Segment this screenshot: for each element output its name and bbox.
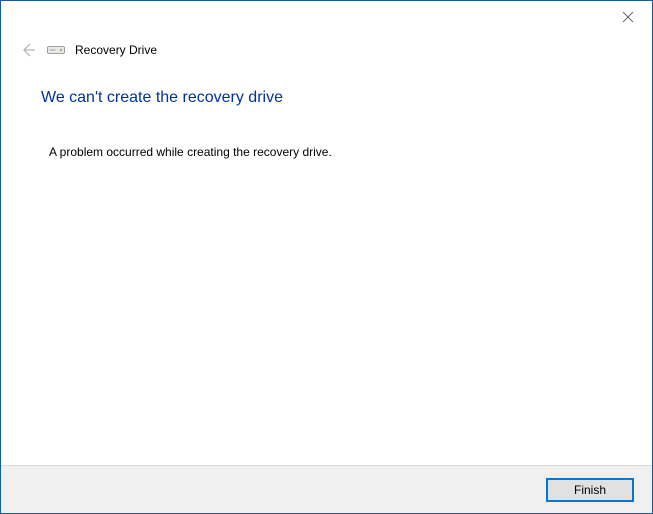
wizard-title: Recovery Drive (75, 43, 157, 57)
close-button[interactable] (606, 3, 650, 31)
close-icon (622, 11, 634, 23)
page-heading: We can't create the recovery drive (41, 89, 283, 107)
finish-button[interactable]: Finish (546, 478, 634, 502)
recovery-drive-icon (47, 44, 65, 56)
wizard-footer: Finish (1, 465, 652, 513)
error-message: A problem occurred while creating the re… (49, 145, 332, 159)
wizard-header: Recovery Drive (19, 41, 157, 59)
back-arrow-icon (19, 41, 37, 59)
